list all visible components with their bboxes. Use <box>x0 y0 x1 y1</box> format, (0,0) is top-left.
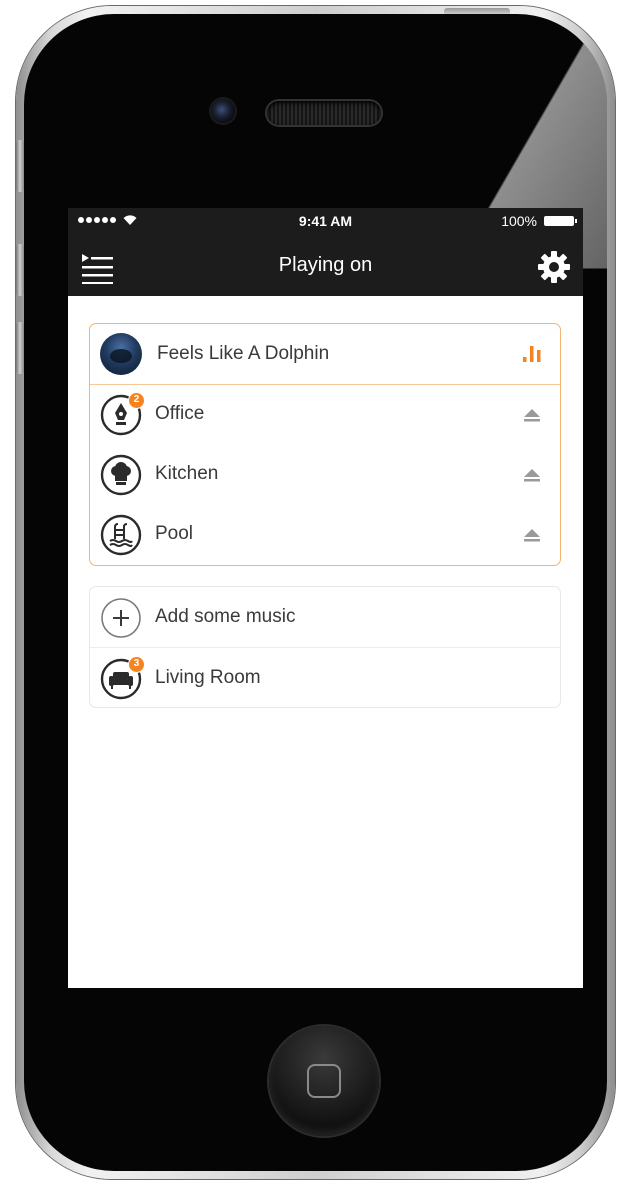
mute-switch <box>16 140 24 192</box>
room-icon-living-room: 3 <box>100 656 145 700</box>
room-label-kitchen: Kitchen <box>155 463 219 484</box>
room-row-office[interactable]: 2 Office <box>90 384 560 444</box>
room-row-living-room[interactable]: 3 Living Room <box>90 648 560 708</box>
now-playing-title: Feels Like A Dolphin <box>157 343 330 364</box>
home-button[interactable] <box>269 1026 379 1136</box>
battery-icon <box>544 216 577 226</box>
playing-group: Feels Like A Dolphin 2 Office Kitchen Po… <box>89 323 561 566</box>
room-icon-kitchen <box>100 454 142 496</box>
app-screen: 9:41 AM 100% Playing on Feels Like A Dol… <box>68 208 583 988</box>
front-camera <box>211 99 235 123</box>
plus-icon <box>101 598 141 638</box>
earpiece-speaker <box>267 101 381 125</box>
room-icon-pool <box>100 514 142 556</box>
nav-bar: Playing on <box>68 234 583 296</box>
now-playing-row[interactable]: Feels Like A Dolphin <box>90 324 560 385</box>
status-bar: 9:41 AM 100% <box>68 208 583 234</box>
add-music-icon <box>100 597 142 639</box>
volume-up-button <box>16 244 24 296</box>
home-square-icon <box>307 1064 341 1098</box>
room-badge-office: 2 <box>128 392 145 409</box>
add-music-row[interactable]: Add some music <box>90 587 560 648</box>
add-music-label: Add some music <box>155 606 296 627</box>
room-badge-living-room: 3 <box>128 656 145 673</box>
eject-icon[interactable] <box>522 406 542 424</box>
pool-ladder-icon <box>100 514 142 556</box>
nav-title: Playing on <box>278 254 373 276</box>
chef-hat-icon <box>100 454 142 496</box>
room-label-living-room: Living Room <box>155 667 261 688</box>
room-row-kitchen[interactable]: Kitchen <box>90 444 560 504</box>
room-label-office: Office <box>155 403 205 424</box>
eject-icon[interactable] <box>522 466 542 484</box>
room-label-pool: Pool <box>155 523 194 544</box>
idle-group: Add some music 3 Living Room <box>89 586 561 708</box>
battery-percentage: 100% <box>501 213 537 229</box>
room-row-pool[interactable]: Pool <box>90 504 560 564</box>
album-art <box>100 333 142 375</box>
equalizer-bars-icon <box>523 346 541 362</box>
room-icon-office: 2 <box>100 392 145 436</box>
gear-icon[interactable] <box>537 250 571 284</box>
volume-down-button <box>16 322 24 374</box>
eject-icon[interactable] <box>522 526 542 544</box>
